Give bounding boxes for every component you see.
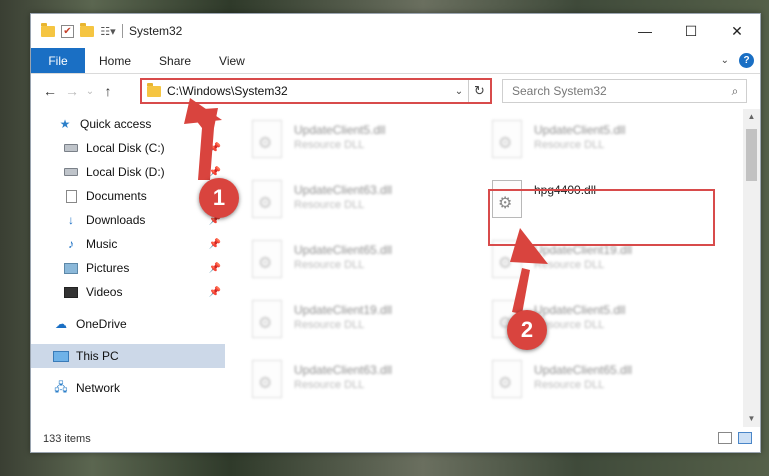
arrow-1 (184, 98, 222, 180)
annotation-arrows (184, 98, 548, 314)
arrow-2 (510, 228, 548, 314)
step-1-badge: 1 (199, 178, 239, 218)
step-2-badge: 2 (507, 310, 547, 350)
